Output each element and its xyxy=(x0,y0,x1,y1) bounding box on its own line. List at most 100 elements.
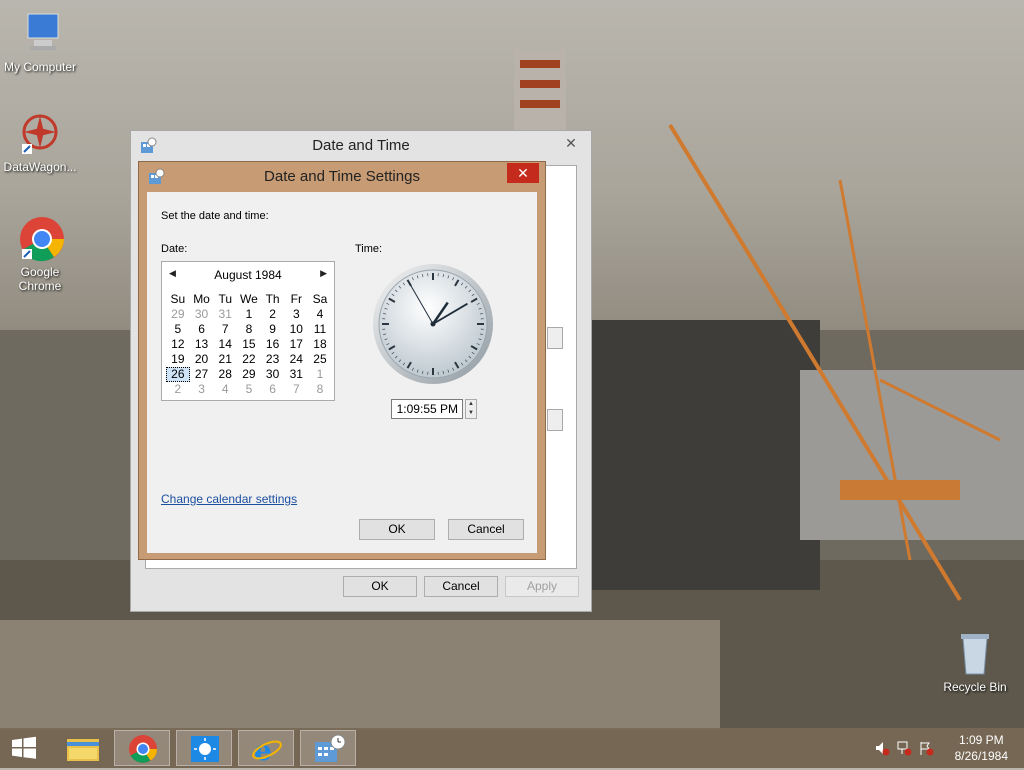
taskbar-date: 8/26/1984 xyxy=(955,748,1008,764)
date-time-icon xyxy=(301,731,357,767)
calendar-day[interactable]: 20 xyxy=(190,352,214,367)
calendar[interactable]: ◀ August 1984 ▶ SuMoTuWeThFrSa2930311234… xyxy=(161,261,335,401)
calendar-day[interactable]: 31 xyxy=(213,307,237,322)
calendar-day[interactable]: 5 xyxy=(237,382,261,397)
desktop-icon-my-computer[interactable]: My Computer xyxy=(0,10,80,74)
spin-up-icon[interactable]: ▲ xyxy=(466,400,476,409)
instruction-text: Set the date and time: xyxy=(161,210,269,222)
selected-calendar-day[interactable]: 26 xyxy=(166,367,190,382)
weekday-label: Th xyxy=(261,292,285,307)
time-spinner[interactable]: ▲ ▼ xyxy=(465,399,477,419)
datawagon-icon xyxy=(16,110,64,158)
chrome-icon xyxy=(115,731,171,767)
calendar-day[interactable]: 27 xyxy=(190,367,214,382)
calendar-day[interactable]: 10 xyxy=(284,322,308,337)
calendar-day[interactable]: 12 xyxy=(166,337,190,352)
dialog-ok-button[interactable]: OK xyxy=(359,519,435,540)
taskbar-time: 1:09 PM xyxy=(955,732,1008,748)
calendar-day[interactable]: 2 xyxy=(261,307,285,322)
calendar-day[interactable]: 3 xyxy=(190,382,214,397)
weekday-label: Mo xyxy=(190,292,214,307)
weather-icon xyxy=(177,731,233,767)
weekday-header-row: SuMoTuWeThFrSa xyxy=(166,292,332,307)
taskbar-weather[interactable] xyxy=(176,730,232,766)
calendar-day[interactable]: 1 xyxy=(308,367,332,382)
calendar-month-header[interactable]: August 1984 xyxy=(162,268,334,282)
window-title: Date and Time xyxy=(131,131,591,161)
network-icon[interactable] xyxy=(896,740,912,756)
taskbar-date-time[interactable] xyxy=(300,730,356,766)
calendar-day[interactable]: 24 xyxy=(284,352,308,367)
calendar-day[interactable]: 16 xyxy=(261,337,285,352)
calendar-day[interactable]: 3 xyxy=(284,307,308,322)
taskbar: e 1:09 PM 8/26/1984 xyxy=(0,728,1024,768)
weekday-label: We xyxy=(237,292,261,307)
taskbar-clock[interactable]: 1:09 PM 8/26/1984 xyxy=(955,732,1008,764)
calendar-day[interactable]: 7 xyxy=(284,382,308,397)
calendar-day[interactable]: 30 xyxy=(190,307,214,322)
calendar-day[interactable]: 28 xyxy=(213,367,237,382)
time-label: Time: xyxy=(355,243,382,255)
calendar-day[interactable]: 8 xyxy=(308,382,332,397)
volume-muted-icon[interactable] xyxy=(874,740,890,756)
computer-icon xyxy=(16,10,64,58)
desktop-icon-label: DataWagon... xyxy=(0,160,80,174)
calendar-day[interactable]: 15 xyxy=(237,337,261,352)
taskbar-internet-explorer[interactable]: e xyxy=(238,730,294,766)
change-calendar-settings-link[interactable]: Change calendar settings xyxy=(161,492,297,506)
apply-button[interactable]: Apply xyxy=(505,576,579,597)
calendar-day[interactable]: 21 xyxy=(213,352,237,367)
analog-clock xyxy=(371,262,495,386)
calendar-day[interactable]: 6 xyxy=(261,382,285,397)
calendar-day[interactable]: 22 xyxy=(237,352,261,367)
calendar-day[interactable]: 8 xyxy=(237,322,261,337)
calendar-grid: SuMoTuWeThFrSa29303112345678910111213141… xyxy=(166,292,332,397)
calendar-day[interactable]: 6 xyxy=(190,322,214,337)
next-month-arrow-icon[interactable]: ▶ xyxy=(320,268,327,279)
taskbar-file-explorer[interactable] xyxy=(56,730,112,766)
calendar-day[interactable]: 1 xyxy=(237,307,261,322)
cancel-button[interactable]: Cancel xyxy=(424,576,498,597)
calendar-day[interactable]: 29 xyxy=(237,367,261,382)
calendar-week-row: 567891011 xyxy=(166,322,332,337)
time-input[interactable]: 1:09:55 PM xyxy=(391,399,463,419)
calendar-week-row: 2930311234 xyxy=(166,307,332,322)
calendar-week-row: 2627282930311 xyxy=(166,367,332,382)
calendar-day[interactable]: 7 xyxy=(213,322,237,337)
recycle-bin-icon xyxy=(951,630,999,678)
desktop-icon-google-chrome[interactable]: Google Chrome xyxy=(0,215,80,293)
dialog-cancel-button[interactable]: Cancel xyxy=(448,519,524,540)
ok-button[interactable]: OK xyxy=(343,576,417,597)
calendar-day[interactable]: 11 xyxy=(308,322,332,337)
taskbar-chrome[interactable] xyxy=(114,730,170,766)
calendar-day[interactable]: 4 xyxy=(308,307,332,322)
calendar-day[interactable]: 5 xyxy=(166,322,190,337)
calendar-day[interactable]: 9 xyxy=(261,322,285,337)
calendar-day[interactable]: 19 xyxy=(166,352,190,367)
calendar-day[interactable]: 30 xyxy=(261,367,285,382)
calendar-day[interactable]: 13 xyxy=(190,337,214,352)
internet-explorer-icon: e xyxy=(239,731,295,767)
dialog-close-button[interactable]: ✕ xyxy=(507,163,539,183)
calendar-day[interactable]: 25 xyxy=(308,352,332,367)
window-close-button[interactable]: ✕ xyxy=(557,133,585,153)
calendar-day[interactable]: 17 xyxy=(284,337,308,352)
calendar-day[interactable]: 14 xyxy=(213,337,237,352)
calendar-day[interactable]: 31 xyxy=(284,367,308,382)
file-explorer-icon xyxy=(56,730,112,766)
desktop-icon-label: Google Chrome xyxy=(15,265,65,293)
spin-down-icon[interactable]: ▼ xyxy=(466,409,476,418)
hidden-button xyxy=(547,327,563,349)
weekday-label: Fr xyxy=(284,292,308,307)
calendar-day[interactable]: 29 xyxy=(166,307,190,322)
desktop-icon-label: My Computer xyxy=(0,60,80,74)
start-button[interactable] xyxy=(0,730,56,766)
action-center-flag-icon[interactable] xyxy=(918,740,934,756)
calendar-day[interactable]: 2 xyxy=(166,382,190,397)
desktop-icon-datawagon[interactable]: DataWagon... xyxy=(0,110,80,174)
date-label: Date: xyxy=(161,243,187,255)
desktop-icon-recycle-bin[interactable]: Recycle Bin xyxy=(935,630,1015,694)
calendar-day[interactable]: 4 xyxy=(213,382,237,397)
calendar-day[interactable]: 23 xyxy=(261,352,285,367)
calendar-day[interactable]: 18 xyxy=(308,337,332,352)
